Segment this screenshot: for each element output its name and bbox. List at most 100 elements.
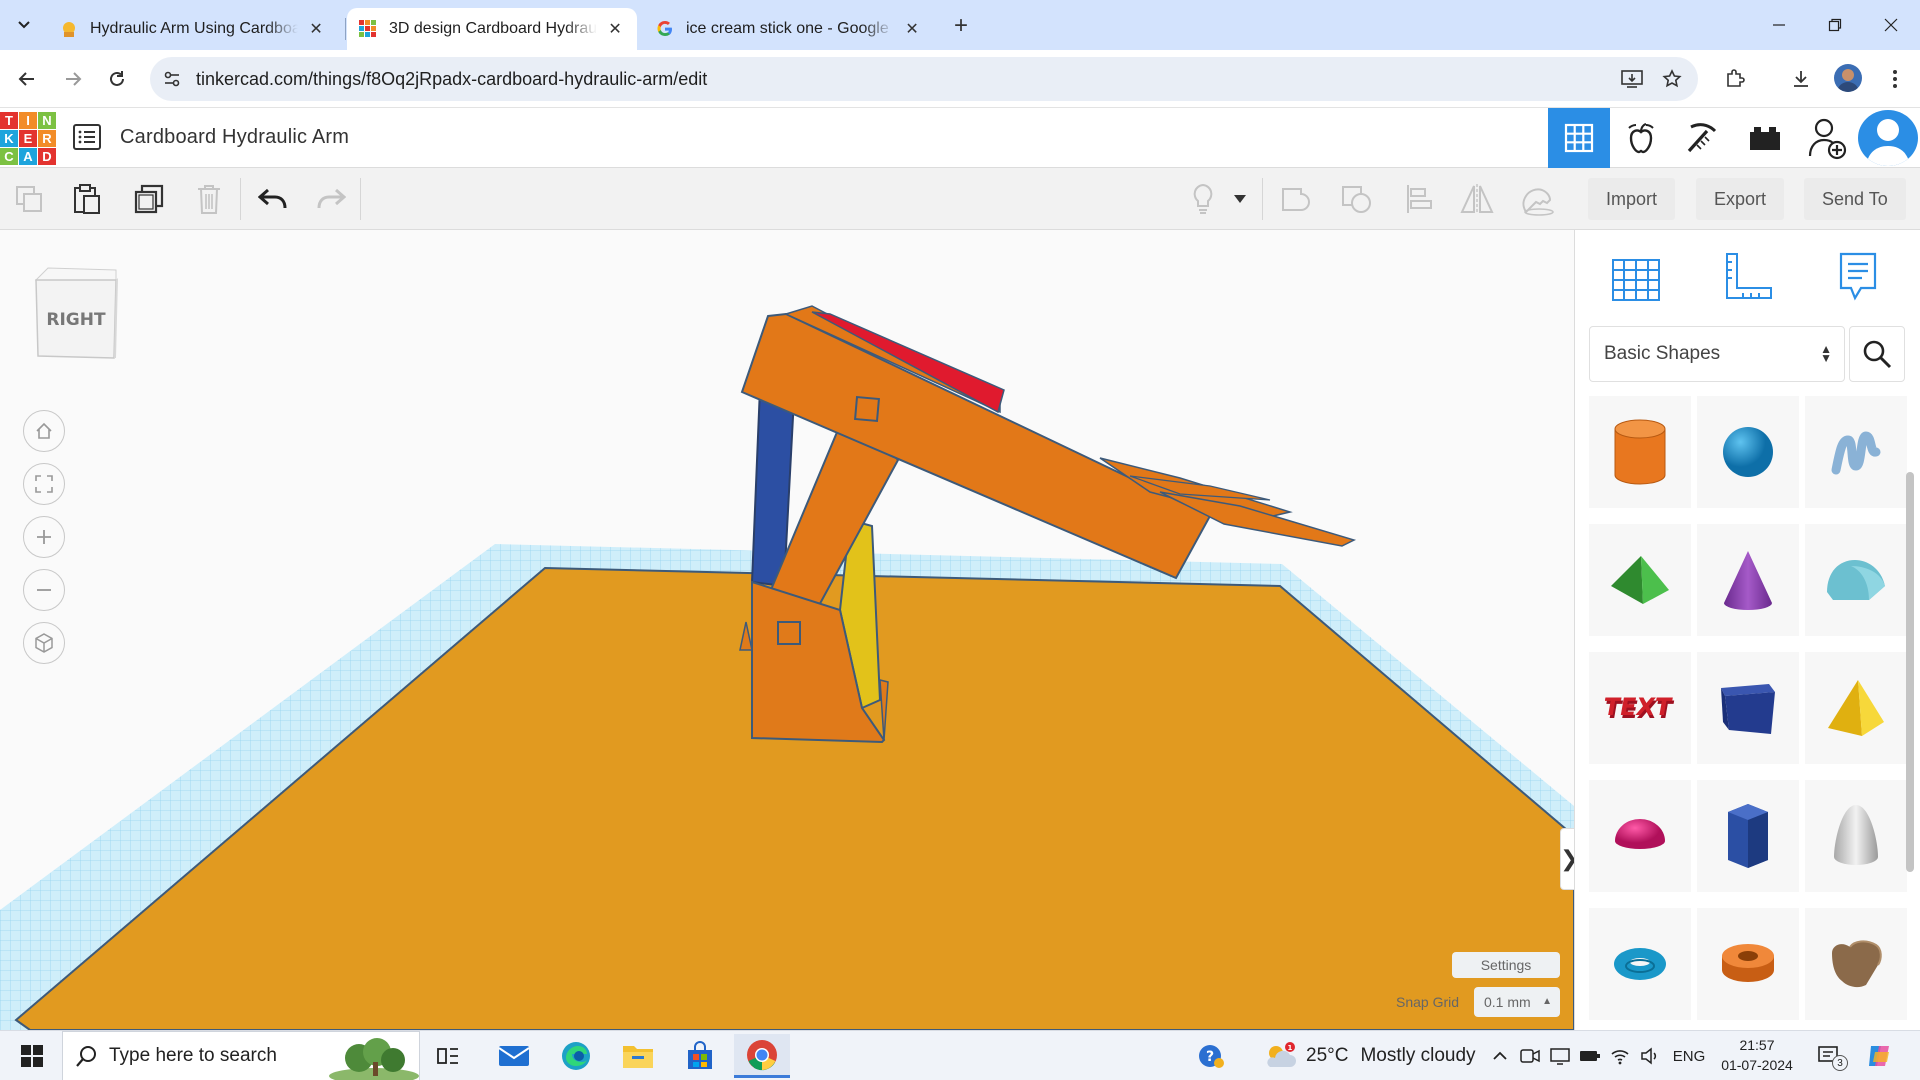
ungroup-button[interactable]: [1338, 181, 1376, 217]
chrome-app-button[interactable]: [734, 1034, 790, 1078]
workplane-scene[interactable]: [0, 230, 1574, 1030]
bricks-button[interactable]: [1734, 108, 1796, 168]
close-window-button[interactable]: [1862, 0, 1920, 50]
close-tab-icon[interactable]: ✕: [902, 19, 922, 39]
address-bar[interactable]: tinkercad.com/things/f8Oq2jRpadx-cardboa…: [150, 57, 1698, 101]
shape-search-button[interactable]: [1849, 326, 1905, 382]
zoom-in-button[interactable]: [23, 516, 65, 558]
edge-app-button[interactable]: [548, 1034, 604, 1078]
shape-paraboloid[interactable]: [1805, 780, 1907, 892]
task-view-button[interactable]: [420, 1034, 476, 1078]
shape-box[interactable]: [1697, 652, 1799, 764]
fit-view-button[interactable]: [23, 463, 65, 505]
show-all-button[interactable]: [1184, 181, 1222, 217]
install-app-icon[interactable]: [1620, 67, 1644, 91]
tinkercad-logo[interactable]: T I N K E R C A D: [0, 112, 56, 166]
meet-tray-icon[interactable]: [1518, 1041, 1542, 1071]
browser-menu-button[interactable]: [1880, 64, 1910, 94]
extensions-button[interactable]: [1720, 64, 1750, 94]
language-indicator[interactable]: ENG: [1670, 1041, 1708, 1071]
display-tray-icon[interactable]: [1548, 1041, 1572, 1071]
view-cube-face-label[interactable]: RIGHT: [34, 310, 118, 330]
taskbar-search-box[interactable]: Type here to search: [62, 1031, 420, 1080]
sim-lab-button[interactable]: [1610, 108, 1672, 168]
shape-tube[interactable]: [1697, 908, 1799, 1020]
start-button[interactable]: [10, 1039, 54, 1073]
profile-avatar[interactable]: [1834, 64, 1862, 92]
notifications-button[interactable]: 3: [1814, 1041, 1848, 1071]
show-all-dropdown[interactable]: [1228, 181, 1252, 217]
undo-button[interactable]: [254, 181, 292, 217]
tab-search-button[interactable]: [10, 11, 38, 39]
copy-button[interactable]: [10, 181, 48, 217]
shape-round-roof[interactable]: [1805, 524, 1907, 636]
volume-tray-icon[interactable]: [1638, 1041, 1662, 1071]
minimize-button[interactable]: [1750, 0, 1808, 50]
forward-button[interactable]: [58, 64, 88, 94]
tab-3d-design[interactable]: 3D design Cardboard Hydraulic ✕: [347, 8, 637, 50]
design-title[interactable]: Cardboard Hydraulic Arm: [120, 126, 349, 149]
settings-button[interactable]: Settings: [1452, 952, 1560, 978]
send-to-button[interactable]: Send To: [1804, 178, 1906, 220]
design-list-button[interactable]: [72, 122, 102, 152]
blocks-button[interactable]: [1672, 108, 1734, 168]
shape-text[interactable]: TEXT TEXT: [1589, 652, 1691, 764]
3d-view-button[interactable]: [1548, 108, 1610, 168]
shape-cone[interactable]: [1697, 524, 1799, 636]
shape-scribble[interactable]: [1805, 396, 1907, 508]
cruise-button[interactable]: [1518, 181, 1556, 217]
tab-google-search[interactable]: ice cream stick one - Google Se ✕: [644, 8, 934, 50]
align-button[interactable]: [1400, 181, 1438, 217]
panel-scrollbar[interactable]: [1906, 472, 1914, 872]
taskbar-clock[interactable]: 21:57 01-07-2024: [1712, 1035, 1802, 1075]
notes-tool-button[interactable]: [1825, 246, 1891, 308]
show-hidden-icons-button[interactable]: [1488, 1041, 1512, 1071]
perspective-toggle-button[interactable]: [23, 622, 65, 664]
site-settings-icon[interactable]: [162, 69, 182, 89]
restore-button[interactable]: [1806, 0, 1864, 50]
weather-widget[interactable]: 1 25°C Mostly cloudy: [1262, 1041, 1476, 1071]
back-button[interactable]: [12, 64, 42, 94]
export-button[interactable]: Export: [1696, 178, 1785, 220]
paste-button[interactable]: [68, 181, 106, 217]
shape-category-select[interactable]: Basic Shapes ▲ ▼: [1589, 326, 1845, 382]
snap-grid-select[interactable]: 0.1 mm ▲: [1474, 987, 1560, 1017]
workplane-tool-button[interactable]: [1603, 246, 1669, 308]
ruler-tool-button[interactable]: [1715, 246, 1781, 308]
copilot-button[interactable]: [1862, 1041, 1896, 1071]
mirror-button[interactable]: [1458, 181, 1496, 217]
collapse-panel-button[interactable]: ❯: [1560, 828, 1574, 890]
shape-heart[interactable]: [1805, 908, 1907, 1020]
duplicate-button[interactable]: [130, 181, 168, 217]
wifi-tray-icon[interactable]: [1608, 1041, 1632, 1071]
battery-tray-icon[interactable]: [1578, 1041, 1602, 1071]
shape-half-sphere[interactable]: [1589, 780, 1691, 892]
store-app-button[interactable]: [672, 1034, 728, 1078]
user-avatar[interactable]: [1858, 110, 1918, 166]
shape-torus[interactable]: [1589, 908, 1691, 1020]
close-tab-icon[interactable]: ✕: [306, 19, 326, 39]
close-tab-icon[interactable]: ✕: [605, 19, 625, 39]
shape-roof[interactable]: [1589, 524, 1691, 636]
home-view-button[interactable]: [23, 410, 65, 452]
shape-cylinder[interactable]: [1589, 396, 1691, 508]
shape-polygon[interactable]: [1697, 780, 1799, 892]
view-cube[interactable]: RIGHT: [34, 266, 118, 360]
file-explorer-button[interactable]: [610, 1034, 666, 1078]
downloads-button[interactable]: [1786, 64, 1816, 94]
reload-button[interactable]: [102, 64, 132, 94]
shape-pyramid[interactable]: [1805, 652, 1907, 764]
import-button[interactable]: Import: [1588, 178, 1676, 220]
tab-hydraulic-arm[interactable]: Hydraulic Arm Using Cardboard ✕: [48, 8, 338, 50]
delete-button[interactable]: [190, 181, 228, 217]
redo-button[interactable]: [312, 181, 350, 217]
mail-app-button[interactable]: [486, 1034, 542, 1078]
bookmark-star-icon[interactable]: [1660, 67, 1684, 91]
help-tray-icon[interactable]: ?: [1196, 1041, 1226, 1071]
workplane-viewport[interactable]: RIGHT ❯ Settings Snap Grid 0.1 mm ▲: [0, 230, 1574, 1030]
new-tab-button[interactable]: +: [946, 11, 976, 41]
url-text[interactable]: tinkercad.com/things/f8Oq2jRpadx-cardboa…: [196, 69, 707, 90]
group-button[interactable]: [1278, 181, 1316, 217]
zoom-out-button[interactable]: [23, 569, 65, 611]
invite-people-button[interactable]: [1796, 108, 1858, 168]
